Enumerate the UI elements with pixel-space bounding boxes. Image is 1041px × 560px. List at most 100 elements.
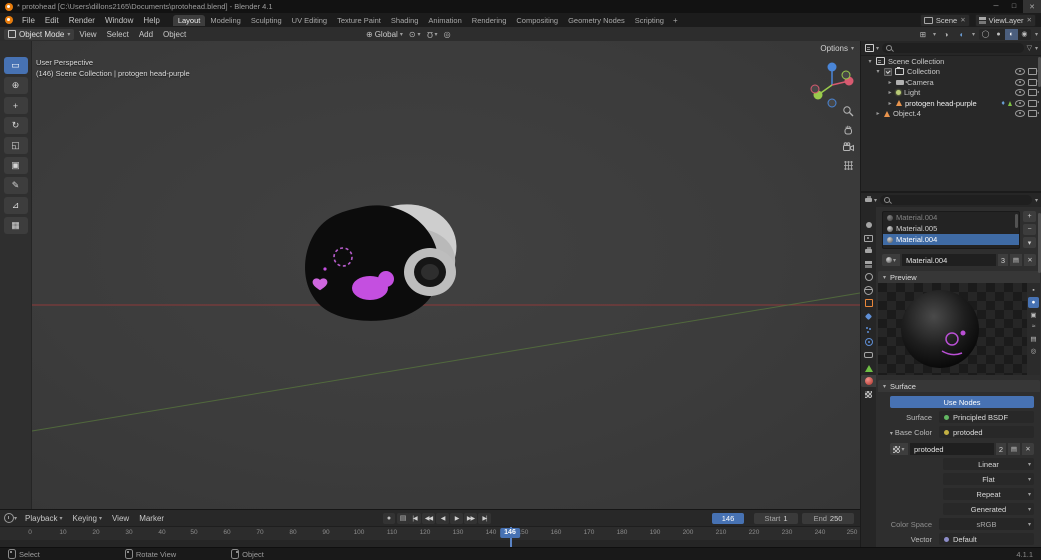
slot-specials-dropdown[interactable]: ▾ (1023, 237, 1036, 248)
tab-object-data[interactable] (861, 362, 876, 374)
tab-texture[interactable] (861, 388, 876, 400)
hide-in-viewport-icon[interactable] (1015, 99, 1025, 107)
disable-in-renders-icon[interactable] (1028, 68, 1039, 76)
editor-type-dropdown[interactable]: ▾ (865, 196, 877, 204)
timeline-editor-icon[interactable] (4, 513, 14, 523)
options-dropdown[interactable]: Options ▾ (820, 44, 854, 53)
menu-edit[interactable]: Edit (40, 16, 64, 25)
unlink-material-button[interactable]: ✕ (1024, 254, 1036, 266)
viewlayer-unlink-icon[interactable]: ✕ (1027, 16, 1032, 24)
properties-search-input[interactable] (880, 195, 1032, 205)
scene-selector[interactable]: Scene ✕ (919, 13, 970, 27)
tool-select-box[interactable]: ▭ (3, 57, 28, 74)
tool-annotate[interactable]: ✎ (3, 177, 28, 194)
tab-scene[interactable] (861, 271, 876, 283)
close-button[interactable]: ✕ (1023, 0, 1041, 13)
shading-rendered-button[interactable]: ◉ (1018, 29, 1031, 40)
zoom-icon[interactable] (842, 105, 855, 118)
gizmo-neg-z-axis[interactable] (827, 98, 837, 108)
material-users-count[interactable]: 3 (997, 254, 1008, 266)
hide-in-viewport-icon[interactable] (1015, 68, 1025, 76)
tool-add-cube[interactable]: ▦ (3, 217, 28, 234)
material-slot[interactable]: Material.004 (883, 212, 1019, 223)
tool-move[interactable]: + (3, 97, 28, 114)
tool-measure[interactable]: ⊿ (3, 197, 28, 214)
add-workspace-button[interactable]: + (669, 16, 682, 25)
tab-object[interactable] (861, 297, 876, 309)
pivot-dropdown[interactable]: ⊙ ▾ (409, 30, 421, 39)
menu-view[interactable]: View (108, 514, 133, 523)
tool-transform[interactable]: ▣ (3, 157, 28, 174)
color-space-dropdown[interactable]: sRGB ▾ (939, 518, 1034, 530)
preview-sphere-button[interactable]: ● (1028, 297, 1039, 308)
maximize-button[interactable]: □ (1005, 0, 1023, 13)
proportional-edit-icon[interactable]: ◎ (444, 30, 451, 39)
tab-physics[interactable] (861, 336, 876, 348)
next-keyframe-button[interactable]: ▶▶ (464, 512, 477, 524)
menu-marker[interactable]: Marker (135, 514, 168, 523)
timeline-ruler[interactable]: 0 10 20 30 40 50 60 70 80 90 100 110 120… (0, 527, 860, 548)
tab-compositing[interactable]: Compositing (511, 15, 563, 26)
tab-layout[interactable]: Layout (172, 14, 206, 26)
outliner-row-light[interactable]: ▸ Light (861, 88, 1041, 99)
browse-material-button[interactable]: ▾ (882, 254, 900, 266)
source-dropdown[interactable]: Generated ▾ (943, 503, 1034, 515)
menu-render[interactable]: Render (64, 16, 100, 25)
menu-keying[interactable]: Keying ▾ (69, 514, 106, 523)
toggle-perspective-icon[interactable] (842, 159, 855, 172)
gizmo-neg-x-axis[interactable] (810, 84, 820, 94)
disable-in-renders-icon[interactable] (1028, 89, 1039, 97)
tab-geometry-nodes[interactable]: Geometry Nodes (563, 15, 630, 26)
use-nodes-button[interactable]: Use Nodes (890, 396, 1034, 408)
extension-dropdown[interactable]: Repeat ▾ (943, 488, 1034, 500)
material-slot[interactable]: Material.005 (883, 223, 1019, 234)
image-name-field[interactable]: protoded (910, 443, 994, 455)
filter-icon[interactable]: ▽ (1027, 44, 1032, 52)
menu-select[interactable]: Select (102, 30, 134, 39)
preview-cloth-button[interactable]: ▤ (1028, 333, 1039, 344)
selectability-dropdown[interactable]: ⊞ (917, 29, 929, 40)
show-gizmo-toggle[interactable]: ◑ (940, 29, 952, 40)
menu-help[interactable]: Help (138, 16, 164, 25)
menu-playback[interactable]: Playback ▾ (21, 514, 66, 523)
tool-scale[interactable]: ◱ (3, 137, 28, 154)
snap-dropdown[interactable]: Ω ▾ (427, 30, 438, 39)
tab-animation[interactable]: Animation (423, 15, 466, 26)
editor-type-dropdown[interactable]: ▾ (865, 44, 879, 52)
preview-cube-button[interactable]: ▣ (1028, 309, 1039, 320)
preview-shaderball-button[interactable]: ◎ (1028, 345, 1039, 356)
pan-hand-icon[interactable] (842, 123, 855, 136)
jump-to-start-button[interactable]: |◀ (408, 512, 421, 524)
material-name-field[interactable]: Material.004 (902, 254, 996, 266)
tab-texture-paint[interactable]: Texture Paint (332, 15, 386, 26)
material-slot-selected[interactable]: Material.004 (883, 234, 1019, 245)
image-users-count[interactable]: 2 (995, 443, 1006, 455)
prev-keyframe-button[interactable]: ◀◀ (422, 512, 435, 524)
tab-constraints[interactable] (861, 349, 876, 361)
remove-slot-button[interactable]: − (1023, 224, 1036, 235)
tab-modifiers[interactable] (861, 310, 876, 322)
shading-solid-button[interactable]: ● (992, 29, 1005, 40)
unlink-image-button[interactable]: ✕ (1022, 443, 1034, 455)
frame-end-field[interactable]: End 250 (802, 512, 854, 524)
surface-shader-field[interactable]: Principled BSDF (939, 411, 1034, 423)
menu-view[interactable]: View (74, 30, 101, 39)
tab-tool[interactable] (861, 219, 876, 231)
current-frame-field[interactable]: 146 (712, 512, 744, 524)
collection-checkbox[interactable] (884, 67, 892, 76)
frame-start-field[interactable]: Start 1 (754, 512, 798, 524)
jump-to-end-button[interactable]: ▶| (478, 512, 491, 524)
shading-material-button[interactable]: ◐ (1004, 28, 1018, 40)
slot-list-scrollbar[interactable] (1015, 214, 1018, 228)
menu-window[interactable]: Window (100, 16, 138, 25)
camera-view-icon[interactable] (842, 141, 855, 154)
surface-section-header[interactable]: ▾ Surface (878, 380, 1040, 392)
disable-in-renders-icon[interactable] (1028, 110, 1039, 118)
tool-cursor[interactable]: ⊕ (3, 77, 28, 94)
hide-in-viewport-icon[interactable] (1015, 78, 1025, 86)
base-color-field[interactable]: protoded (939, 426, 1034, 438)
viewlayer-selector[interactable]: ViewLayer ✕ (974, 13, 1036, 27)
tab-rendering[interactable]: Rendering (467, 15, 512, 26)
tab-render[interactable] (861, 232, 876, 244)
orientation-dropdown[interactable]: ⊕ Global ▾ (366, 30, 403, 39)
